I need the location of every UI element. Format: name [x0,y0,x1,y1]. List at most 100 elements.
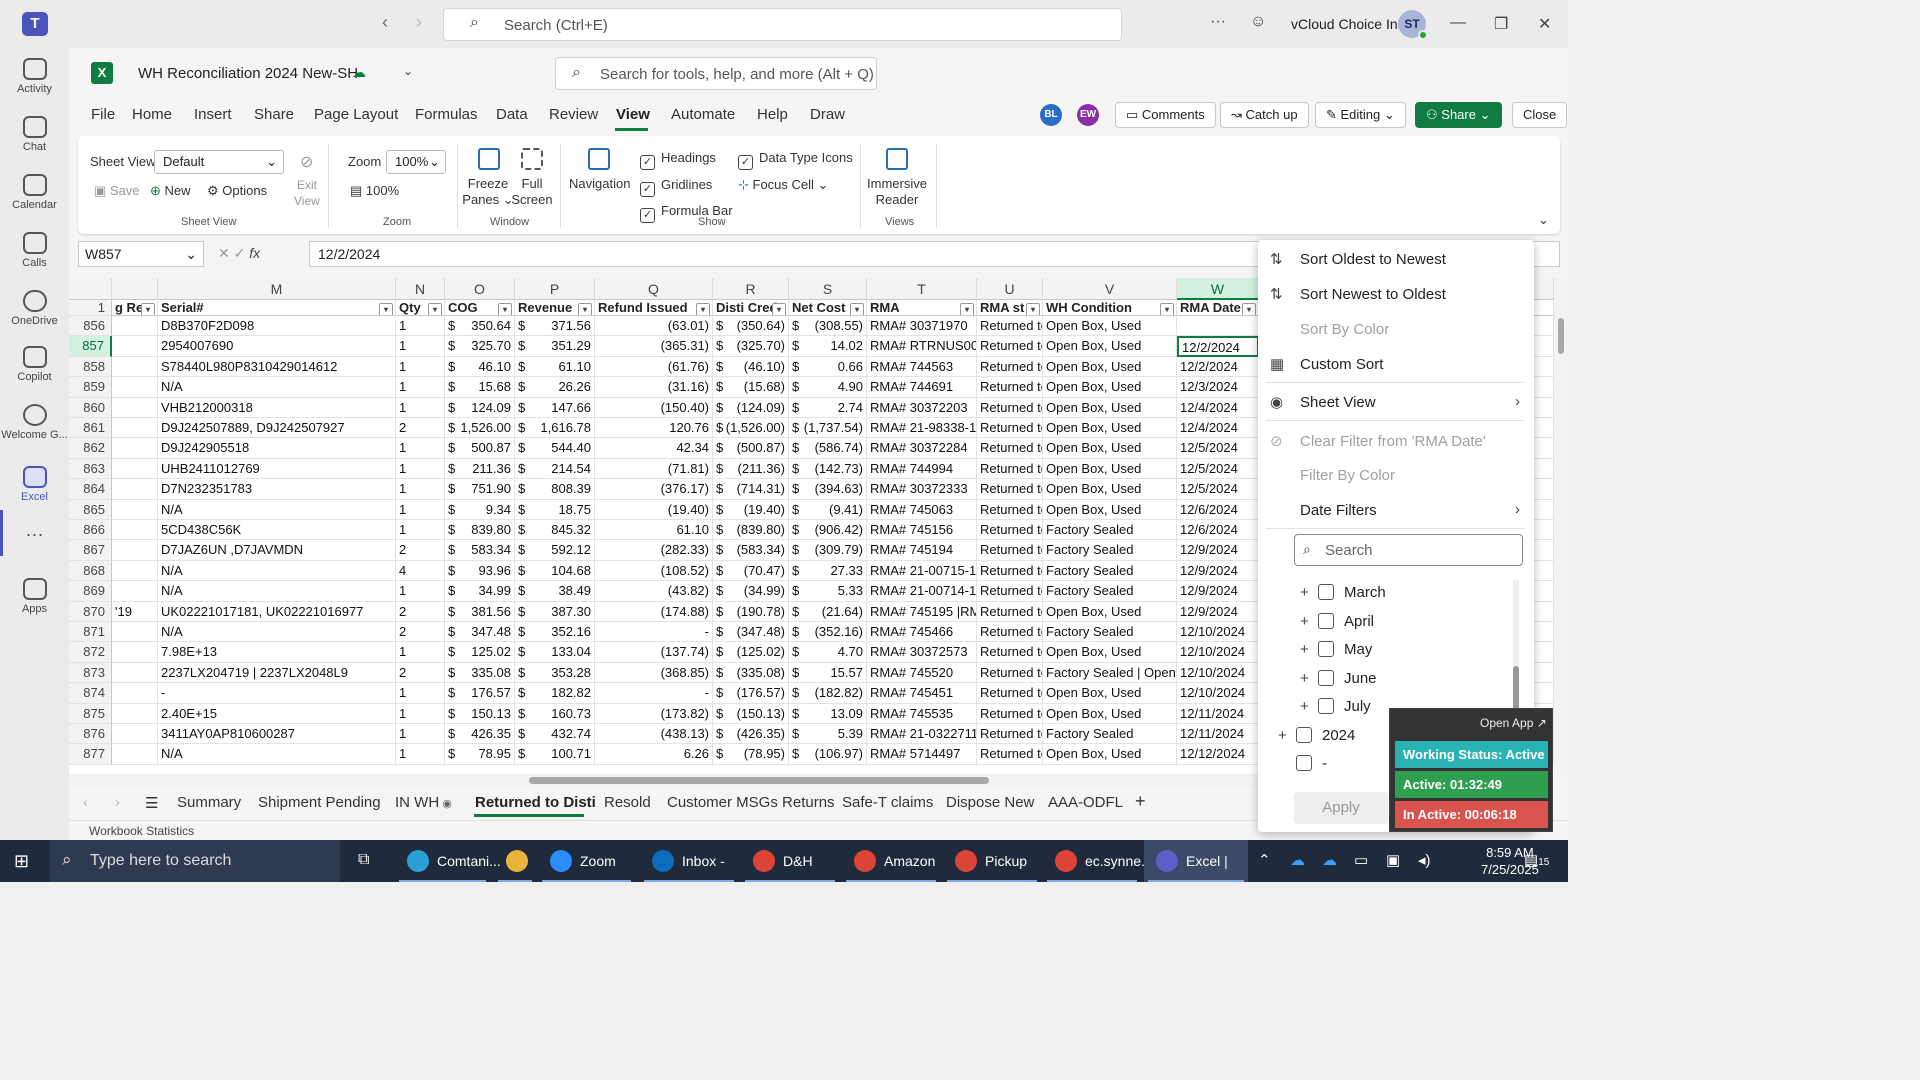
table-cell[interactable]: VHB212000318 [158,397,396,418]
table-cell[interactable]: $ (426.35) [713,724,789,745]
table-cell[interactable]: N/A [158,744,396,765]
table-cell[interactable]: $500.87 [445,438,515,459]
table-cell[interactable]: Returned to [977,397,1043,418]
table-cell[interactable]: $4.70 [789,642,867,663]
sheet-tab-aaa-odfl[interactable]: AAA-ODFL [1048,794,1123,811]
close-button[interactable]: Close [1512,102,1568,128]
table-cell[interactable] [112,683,158,704]
table-cell[interactable]: Open Box, Used [1043,601,1177,622]
table-cell[interactable]: RMA# 30372333 [867,479,977,500]
new-view-button[interactable]: ⊕ New [150,183,191,199]
tab-home[interactable]: Home [132,106,172,123]
row-header[interactable]: 871 [69,622,112,643]
table-cell[interactable]: RMA# 744563 [867,356,977,378]
table-cell[interactable]: $14.02 [789,336,867,357]
table-cell[interactable]: (368.85) [595,662,713,684]
tab-draw[interactable]: Draw [810,106,845,123]
table-cell[interactable]: RMA# 21-00715-11 [867,560,977,582]
table-cell[interactable]: (137.74) [595,642,713,663]
checkbox[interactable] [1296,727,1312,743]
row-header[interactable]: 857 [69,336,112,357]
table-cell[interactable]: 2.40E+15 [158,703,396,724]
row-header[interactable]: 872 [69,642,112,663]
row-header[interactable]: 867 [69,540,112,561]
table-cell[interactable]: 1 [396,744,445,765]
filter-button-w[interactable]: ▾ [1242,303,1256,315]
table-cell[interactable]: $ (150.13) [713,703,789,724]
table-cell[interactable]: Returned to [977,662,1043,684]
expand-plus-icon[interactable]: + [1300,670,1318,687]
checkbox[interactable] [1318,641,1334,657]
table-cell[interactable]: RMA# 30372284 [867,438,977,459]
table-cell[interactable]: Returned to [977,520,1043,541]
gridlines-checkbox[interactable]: ✓ Gridlines [640,177,712,197]
selected-cell[interactable]: 12/2/2024 [1177,336,1259,357]
table-cell[interactable]: $133.04 [515,642,595,663]
table-cell[interactable]: 12/12/2024 [1177,744,1259,765]
column-header-t[interactable]: T [867,278,977,300]
teams-search-box[interactable]: ⌕ Search (Ctrl+E) [443,8,1122,41]
table-cell[interactable]: 12/9/2024 [1177,540,1259,561]
header-cell-s[interactable]: Net Cost ▾ [789,300,867,316]
row-header[interactable]: 874 [69,683,112,704]
table-cell[interactable]: 1 [396,683,445,704]
taskbar-app-5[interactable]: Amazon ... [842,840,940,882]
add-sheet-icon[interactable]: + [1135,791,1146,812]
table-cell[interactable]: 2 [396,601,445,622]
table-cell[interactable]: (365.31) [595,336,713,357]
table-cell[interactable]: $211.36 [445,458,515,480]
table-cell[interactable]: 1 [396,397,445,418]
collaborator-avatar-ew[interactable]: EW [1077,104,1099,126]
table-cell[interactable]: $93.96 [445,560,515,582]
table-cell[interactable]: $839.80 [445,520,515,541]
row-header[interactable]: 860 [69,397,112,418]
table-cell[interactable]: Returned to [977,377,1043,398]
table-cell[interactable]: RMA# RTRNUS0014 [867,336,977,357]
table-cell[interactable]: Factory Sealed [1043,540,1177,561]
table-cell[interactable]: Returned to [977,581,1043,602]
rail-item-copilot[interactable]: Copilot [0,346,69,383]
table-cell[interactable]: Factory Sealed [1043,724,1177,745]
tab-page-layout[interactable]: Page Layout [314,106,398,123]
rail-item-onedrive[interactable]: OneDrive [0,290,69,327]
tools-search-box[interactable]: ⌕ Search for tools, help, and more (Alt … [555,57,877,90]
table-cell[interactable]: 1 [396,499,445,520]
table-cell[interactable]: (150.40) [595,397,713,418]
table-cell[interactable]: N/A [158,622,396,643]
table-cell[interactable]: Returned to [977,560,1043,582]
table-cell[interactable]: 42.34 [595,438,713,459]
row-header[interactable]: 862 [69,438,112,459]
table-cell[interactable]: $ (15.68) [713,377,789,398]
more-options-icon[interactable]: ··· [1210,13,1226,31]
zoom-dropdown[interactable]: 100% ⌄ [386,150,446,174]
minimize-icon[interactable]: — [1450,14,1466,32]
table-cell[interactable]: $34.99 [445,581,515,602]
tab-automate[interactable]: Automate [671,106,735,123]
table-cell[interactable]: $ (182.82) [789,683,867,704]
table-cell[interactable]: $ (308.55) [789,316,867,337]
table-cell[interactable]: $ (586.74) [789,438,867,459]
prev-sheet-icon[interactable]: ‹ [83,794,88,811]
table-cell[interactable]: $ (500.87) [713,438,789,459]
table-cell[interactable]: 1 [396,479,445,500]
horizontal-scroll-thumb[interactable] [529,777,989,784]
table-cell[interactable]: Returned to [977,479,1043,500]
table-cell[interactable]: Open Box, Used [1043,479,1177,500]
row-header[interactable]: 877 [69,744,112,765]
table-cell[interactable]: (31.16) [595,377,713,398]
table-cell[interactable]: $15.57 [789,662,867,684]
checkbox[interactable] [1318,584,1334,600]
table-cell[interactable]: Returned to [977,622,1043,643]
table-cell[interactable]: (282.33) [595,540,713,561]
column-header-s[interactable]: S [789,278,867,300]
filter-search-input[interactable]: ⌕ Search [1294,534,1523,566]
table-cell[interactable] [112,397,158,418]
table-cell[interactable] [112,438,158,459]
table-cell[interactable]: $426.35 [445,724,515,745]
table-cell[interactable]: $4.90 [789,377,867,398]
table-cell[interactable]: RMA# 745535 [867,703,977,724]
table-cell[interactable]: RMA# 30372573 [867,642,977,663]
table-cell[interactable]: D7N232351783 [158,479,396,500]
table-cell[interactable]: 1 [396,377,445,398]
table-cell[interactable]: Returned to [977,458,1043,480]
